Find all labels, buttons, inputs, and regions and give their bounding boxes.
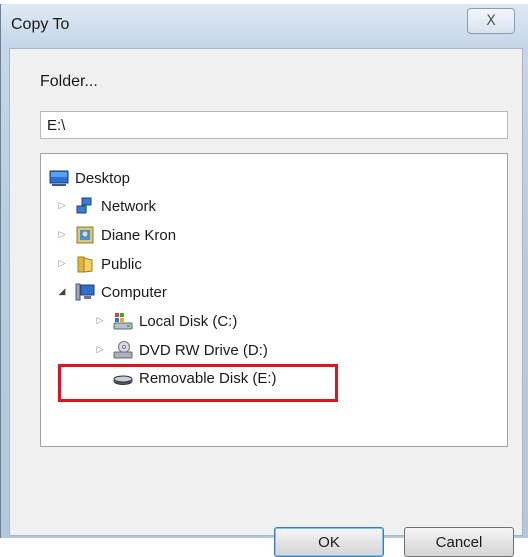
expand-arrow-icon[interactable]: ▷ <box>95 344 105 356</box>
expand-arrow-icon[interactable]: ▷ <box>57 229 67 241</box>
dialog-content: Folder... Desktop ▷ Network <box>9 48 523 557</box>
tree-item-label: Desktop <box>75 169 131 187</box>
desktop-icon <box>49 170 69 186</box>
tree-item-label: Network <box>101 197 157 215</box>
tree-item-label: Diane Kron <box>101 226 177 244</box>
folder-tree[interactable]: Desktop ▷ Network ▷ Diane Kron ▷ Public … <box>40 153 508 447</box>
tree-item-label: Computer <box>101 283 167 301</box>
close-icon: X <box>486 13 496 29</box>
collapse-arrow-icon[interactable]: ◢ <box>57 286 67 298</box>
folder-path-input[interactable] <box>40 111 508 139</box>
tree-item-label: Local Disk (C:) <box>139 312 238 330</box>
close-button[interactable]: X <box>467 8 515 34</box>
copy-to-dialog: Copy To X Folder... Desktop ▷ <box>0 4 528 557</box>
user-folder-icon <box>76 226 94 244</box>
tree-item-network[interactable]: ▷ Network <box>57 194 156 218</box>
tree-item-diane-kron[interactable]: ▷ Diane Kron <box>57 223 176 247</box>
dialog-title: Copy To <box>11 16 70 33</box>
network-icon <box>76 197 92 214</box>
expand-arrow-icon[interactable]: ▷ <box>57 258 67 270</box>
ok-button[interactable]: OK <box>274 527 384 557</box>
tree-item-computer[interactable]: ◢ Computer <box>57 280 167 304</box>
tree-item-label: DVD RW Drive (D:) <box>139 341 268 359</box>
expand-arrow-icon[interactable]: ▷ <box>95 315 105 327</box>
tree-item-label: Public <box>101 255 142 273</box>
expand-arrow-icon[interactable]: ▷ <box>57 200 67 212</box>
tree-item-public[interactable]: ▷ Public <box>57 252 142 276</box>
title-bar[interactable]: Copy To X <box>1 4 528 46</box>
folder-icon <box>77 256 93 273</box>
local-disk-icon <box>113 313 133 330</box>
tree-item-desktop[interactable]: Desktop <box>49 166 130 190</box>
cancel-button[interactable]: Cancel <box>404 527 514 557</box>
highlight-annotation-box <box>58 364 338 402</box>
computer-icon <box>75 283 95 301</box>
tree-item-dvd-drive-d[interactable]: ▷ DVD RW Drive (D:) <box>95 338 268 362</box>
tree-item-local-disk-c[interactable]: ▷ Local Disk (C:) <box>95 309 237 333</box>
dvd-drive-icon <box>113 341 133 359</box>
folder-label: Folder... <box>40 73 98 90</box>
